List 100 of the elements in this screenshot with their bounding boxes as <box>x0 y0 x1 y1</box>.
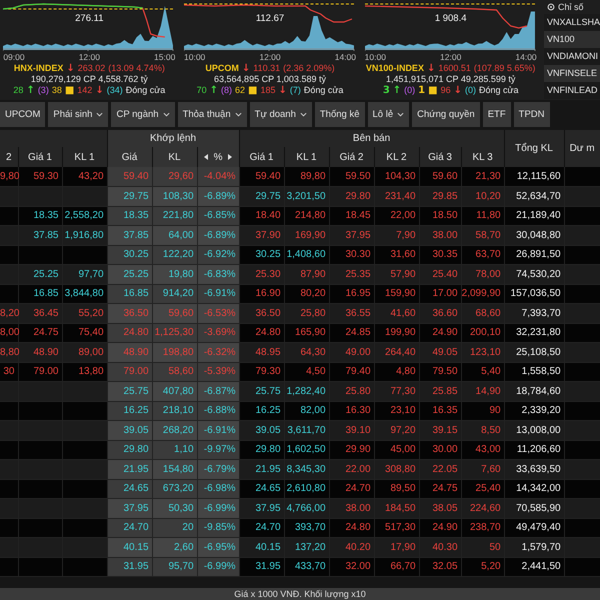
table-cell: 18.35 <box>107 206 152 226</box>
table-cell: 14,90 <box>461 382 504 401</box>
breadth-mark: 1 <box>418 85 426 96</box>
direction-arrow: ↓ <box>66 63 75 74</box>
column-header: Giá <box>107 147 152 167</box>
tab[interactable]: Phái sinh <box>48 102 108 127</box>
index-summary: 1,451,915,071 CP 49,285.599 tỷ <box>386 74 516 85</box>
table-cell: 24.70 <box>107 518 152 538</box>
table-cell: 169,90 <box>284 226 330 245</box>
column-header: KL 2 <box>374 147 420 167</box>
table-cell: 1,579,70 <box>504 538 564 557</box>
table-cell: 33,639,50 <box>504 460 564 479</box>
table-cell: 48.95 <box>239 342 284 362</box>
tab[interactable]: ETF <box>482 102 511 127</box>
table-cell: 154,80 <box>152 460 198 479</box>
time-label: 09:00 <box>3 52 25 63</box>
column-group-header: Khớp lệnh <box>107 130 240 147</box>
table-cell: 58,60 <box>152 362 198 382</box>
breadth-mark: 3 <box>382 85 390 96</box>
breadth-count: (34) <box>106 85 123 96</box>
table-cell: 25.25 <box>107 264 152 284</box>
left-arrow-icon[interactable] <box>204 154 208 160</box>
table-cell: 49.05 <box>419 342 462 362</box>
table-cell: 22.05 <box>419 460 462 479</box>
table-cell: 29,60 <box>152 167 198 186</box>
tab[interactable]: Chứng quyền <box>412 102 480 127</box>
time-label: 12:00 <box>259 52 281 63</box>
table-cell: 1,10 <box>152 440 198 460</box>
table-cell: 25,80 <box>284 304 330 323</box>
tab[interactable]: Tự doanh <box>250 102 312 127</box>
table-cell: 37.95 <box>107 498 152 518</box>
index-list-item[interactable]: VN100 <box>544 31 600 48</box>
table-cell: -6.79% <box>197 460 240 479</box>
index-list-item[interactable]: VNDIAMONI <box>544 48 600 65</box>
table-cell: -6.53% <box>197 304 240 323</box>
table-cell: 25.75 <box>239 382 284 401</box>
column-group-header: Bên bán <box>239 130 504 147</box>
breadth-count: Đóng cửa <box>304 85 344 96</box>
table-cell: 64,30 <box>284 342 330 362</box>
time-label: 14:00 <box>515 52 537 63</box>
table-cell: 8,345,30 <box>284 460 330 479</box>
tab[interactable]: UPCOM <box>0 102 46 127</box>
table-cell: 39.15 <box>419 420 462 440</box>
table-cell: 7,393,70 <box>504 304 564 323</box>
table-cell: 48.90 <box>18 342 62 362</box>
table-cell: 39.05 <box>107 420 152 440</box>
breadth-mark: ↓ <box>454 85 462 96</box>
table-cell: 37.95 <box>239 498 284 518</box>
table-cell: -6.89% <box>197 226 240 245</box>
breadth-count: (3) <box>38 85 49 96</box>
time-label: 14:00 <box>334 52 356 63</box>
table-cell: 37.95 <box>329 226 374 245</box>
index-list-item[interactable]: VNFINLEAD <box>544 82 600 99</box>
table-cell: 30,048,80 <box>504 226 564 245</box>
column-header: Tổng KL <box>504 130 564 167</box>
tab[interactable]: CP ngành <box>111 102 175 127</box>
table-cell: 19,80 <box>152 264 198 284</box>
table-cell: 36.55 <box>329 304 374 323</box>
index-summary: 63,564,895 CP 1,003.589 tỷ <box>214 74 326 85</box>
table-cell: 32.05 <box>419 557 462 576</box>
index-value: (2.36 2.09%) <box>283 63 335 74</box>
table-cell: 137,20 <box>284 538 330 557</box>
breadth-count: 185 <box>260 85 276 96</box>
breadth-count: 70 <box>196 85 207 96</box>
table-cell: 2,60 <box>152 538 198 557</box>
tab[interactable]: Thống kê <box>314 102 364 127</box>
index-value: 110.31 <box>253 63 280 74</box>
time-label: 10:00 <box>364 52 386 63</box>
table-cell: 37.90 <box>239 226 284 245</box>
table-cell: 25.85 <box>419 382 462 401</box>
chart-value-label: 112.67 <box>256 13 284 24</box>
caret-icon <box>234 112 242 117</box>
table-cell: 50,30 <box>152 498 198 518</box>
footer-note: Giá x 1000 VNĐ. Khối lượng x10 <box>0 588 600 600</box>
caret-icon <box>300 112 307 117</box>
table-cell: -4.04% <box>197 167 240 186</box>
table-cell: 16.25 <box>107 401 152 420</box>
table-cell: 122,20 <box>152 245 198 264</box>
table-cell: 7,60 <box>461 460 504 479</box>
tab[interactable]: Lô lẻ <box>368 102 410 127</box>
table-cell: 433,70 <box>284 557 330 576</box>
table-cell: 74,530,20 <box>504 264 564 284</box>
caret-icon <box>96 112 104 117</box>
table-cell: 38.00 <box>419 226 462 245</box>
table-cell: 59.40 <box>107 167 152 186</box>
table-cell: -6.32% <box>197 342 240 362</box>
time-label: 10:00 <box>184 52 206 63</box>
table-cell: 40.30 <box>419 538 462 557</box>
breadth-mark: ■ <box>248 85 258 96</box>
table-cell: 78,00 <box>461 264 504 284</box>
breadth-mark: ■ <box>64 85 74 96</box>
tab[interactable]: TPDN <box>514 102 550 127</box>
settings-icon[interactable] <box>547 3 556 11</box>
index-list-item[interactable]: VNFINSELE <box>544 65 600 82</box>
tab[interactable]: Thỏa thuận <box>178 102 247 127</box>
right-arrow-icon[interactable] <box>228 154 232 160</box>
index-list-item[interactable]: VNXALLSHA <box>544 14 600 31</box>
index-summary: 190,279,129 CP 4,558.762 tỷ <box>30 74 148 85</box>
table-cell: 24.65 <box>107 479 152 498</box>
column-header: 2 <box>0 147 18 167</box>
